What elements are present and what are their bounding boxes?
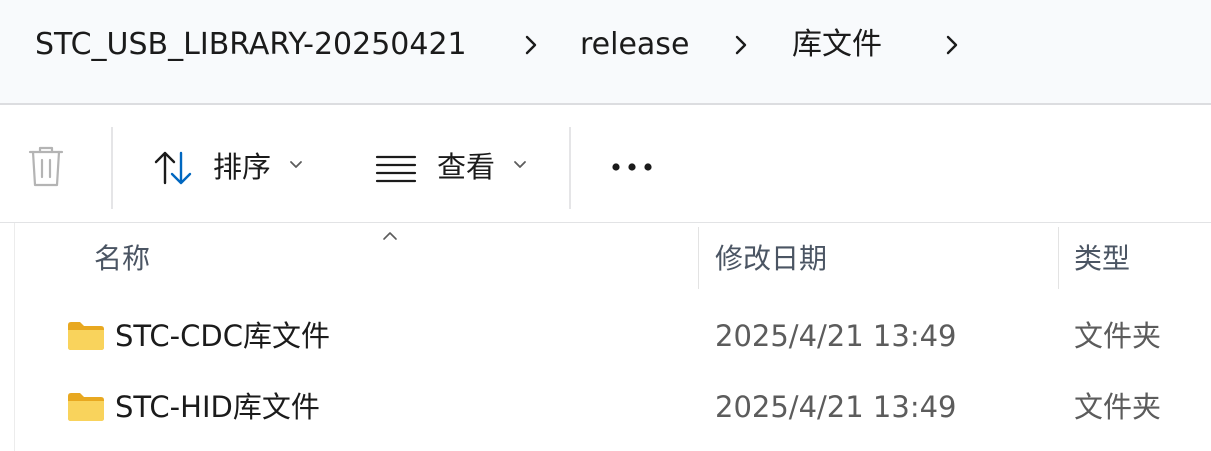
toolbar-divider: [111, 127, 113, 209]
file-type: 文件夹: [1074, 390, 1162, 424]
chevron-down-icon: [287, 155, 305, 177]
list-view-icon: [375, 151, 417, 189]
sort-arrows-icon: [151, 149, 197, 193]
column-header-name[interactable]: 名称: [94, 237, 150, 281]
breadcrumb: STC_USB_LIBRARY-20250421 release 库文件: [0, 0, 1211, 105]
sort-label: 排序: [213, 150, 272, 184]
folder-icon: [67, 321, 105, 355]
toolbar-divider: [569, 127, 571, 209]
file-list: 名称 修改日期 类型 STC-CDC库文件 2025/4/21 13:49 文件…: [0, 223, 1211, 451]
chevron-right-icon[interactable]: [727, 31, 755, 59]
folder-icon: [67, 392, 105, 426]
list-item[interactable]: STC-CDC库文件 2025/4/21 13:49 文件夹: [15, 301, 1211, 371]
more-options-button[interactable]: [606, 135, 666, 199]
column-header-type[interactable]: 类型: [1074, 237, 1130, 281]
file-name: STC-CDC库文件: [115, 319, 330, 353]
file-name: STC-HID库文件: [115, 390, 320, 424]
list-item[interactable]: STC-HID库文件 2025/4/21 13:49 文件夹: [15, 372, 1211, 442]
breadcrumb-item-library-files[interactable]: 库文件: [792, 22, 882, 68]
chevron-right-icon[interactable]: [938, 31, 966, 59]
command-bar: 排序 查看: [0, 105, 1211, 223]
column-divider[interactable]: [698, 227, 699, 289]
view-label: 查看: [437, 150, 496, 184]
sort-ascending-caret-icon: [380, 227, 400, 246]
chevron-right-icon[interactable]: [517, 31, 545, 59]
view-button[interactable]: 查看: [375, 135, 535, 199]
sort-button[interactable]: 排序: [151, 135, 311, 199]
column-divider[interactable]: [1058, 227, 1059, 289]
file-type: 文件夹: [1074, 319, 1162, 353]
chevron-down-icon: [511, 155, 529, 177]
breadcrumb-item-stc-usb-library[interactable]: STC_USB_LIBRARY-20250421: [35, 22, 467, 68]
file-modified: 2025/4/21 13:49: [715, 319, 957, 353]
breadcrumb-item-release[interactable]: release: [580, 22, 689, 68]
more-dots-icon: [606, 159, 658, 179]
column-header-modified[interactable]: 修改日期: [715, 237, 827, 281]
file-modified: 2025/4/21 13:49: [715, 390, 957, 424]
delete-button[interactable]: [24, 143, 68, 207]
trash-icon: [24, 143, 68, 195]
